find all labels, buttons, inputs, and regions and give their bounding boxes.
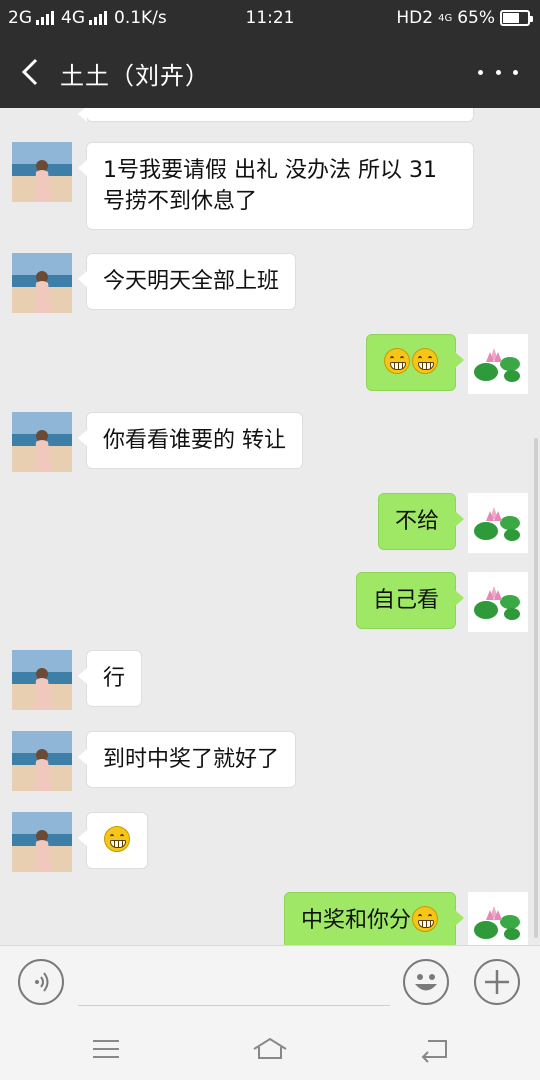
lotus-avatar-image bbox=[468, 892, 528, 945]
message-input-bar bbox=[0, 945, 540, 1017]
my-avatar[interactable] bbox=[468, 892, 528, 945]
my-avatar[interactable] bbox=[468, 334, 528, 394]
back-icon bbox=[421, 1040, 447, 1063]
grin-emoji-icon bbox=[104, 826, 130, 852]
contact-avatar[interactable] bbox=[12, 412, 72, 472]
menu-nav-button[interactable] bbox=[88, 1033, 124, 1065]
contact-avatar[interactable] bbox=[12, 731, 72, 791]
my-avatar[interactable] bbox=[468, 493, 528, 553]
menu-icon bbox=[93, 1040, 119, 1058]
message-text: 1号我要请假 出礼 没办法 所以 31 bbox=[103, 158, 437, 183]
beach-avatar-image bbox=[12, 650, 72, 710]
contact-avatar[interactable] bbox=[12, 253, 72, 313]
message-text: 不给 bbox=[394, 509, 439, 534]
message-text: 号捞不到休息了 bbox=[103, 189, 258, 214]
back-button[interactable] bbox=[14, 54, 50, 90]
home-nav-button[interactable] bbox=[252, 1033, 288, 1065]
message-bubble-self[interactable]: 不给 bbox=[377, 493, 465, 550]
lotus-avatar-image bbox=[468, 334, 528, 394]
home-icon bbox=[253, 1037, 287, 1059]
more-options-button[interactable] bbox=[478, 58, 518, 86]
my-avatar[interactable] bbox=[468, 572, 528, 632]
grin-emoji-icon bbox=[412, 906, 438, 932]
message-bubble[interactable]: 行 bbox=[77, 650, 143, 707]
status-bar: 2G 4G 0.1K/s 11:21 HD2 4G 65% bbox=[0, 0, 540, 36]
message-input[interactable] bbox=[78, 960, 390, 1006]
message-bubble-self[interactable]: 自己看 bbox=[355, 572, 465, 629]
message-bubble[interactable]: 你看看谁要的 转让 bbox=[78, 412, 303, 469]
message-bubble[interactable]: 今天明天全部上班 bbox=[77, 253, 297, 310]
contact-avatar[interactable] bbox=[12, 142, 72, 202]
chat-scrollbar[interactable] bbox=[534, 438, 538, 938]
message-bubble-partial[interactable] bbox=[78, 108, 474, 122]
emoji-button[interactable] bbox=[403, 959, 449, 1005]
battery-icon bbox=[500, 10, 533, 26]
beach-avatar-image bbox=[12, 142, 72, 202]
plus-icon bbox=[485, 970, 509, 994]
beach-avatar-image bbox=[12, 812, 72, 872]
status-right: HD2 4G 65% bbox=[396, 8, 533, 28]
emoji-icon bbox=[415, 974, 437, 991]
voice-button[interactable] bbox=[18, 959, 64, 1005]
message-bubble[interactable]: 到时中奖了就好了 bbox=[77, 731, 297, 788]
lotus-avatar-image bbox=[468, 493, 528, 553]
more-dots-icon bbox=[478, 69, 483, 75]
beach-avatar-image bbox=[12, 412, 72, 472]
message-text: 你看看谁要的 转让 bbox=[103, 428, 286, 453]
message-text: 今天明天全部上班 bbox=[103, 269, 280, 294]
message-text: 自己看 bbox=[372, 588, 439, 613]
contact-avatar[interactable] bbox=[12, 812, 72, 872]
system-nav-bar bbox=[0, 1017, 540, 1080]
beach-avatar-image bbox=[12, 253, 72, 313]
battery-percent: 65% bbox=[457, 8, 495, 28]
message-text: 中奖和你分 bbox=[300, 908, 411, 933]
message-bubble[interactable] bbox=[78, 812, 148, 869]
contact-avatar[interactable] bbox=[12, 650, 72, 710]
message-text: 行 bbox=[103, 666, 126, 691]
hd-label: HD2 bbox=[396, 8, 434, 28]
grin-emoji-icon bbox=[384, 348, 410, 374]
back-nav-button[interactable] bbox=[416, 1033, 452, 1065]
chat-messages[interactable]: 1号我要请假 出礼 没办法 所以 31 号捞不到休息了 今天明天全部上班 你看看… bbox=[0, 108, 540, 945]
lotus-avatar-image bbox=[468, 572, 528, 632]
message-text: 到时中奖了就好了 bbox=[103, 747, 280, 772]
network-4g-small: 4G bbox=[438, 12, 453, 24]
message-bubble[interactable]: 1号我要请假 出礼 没办法 所以 31 号捞不到休息了 bbox=[78, 142, 474, 230]
voice-icon bbox=[35, 972, 49, 992]
chat-header: 土土（刘卉） bbox=[0, 36, 540, 108]
chat-title: 土土（刘卉） bbox=[60, 62, 210, 90]
more-functions-button[interactable] bbox=[474, 959, 520, 1005]
message-bubble-self[interactable] bbox=[366, 334, 464, 391]
grin-emoji-icon bbox=[412, 348, 438, 374]
message-bubble-self[interactable]: 中奖和你分 bbox=[283, 892, 465, 945]
beach-avatar-image bbox=[12, 731, 72, 791]
chevron-left-icon bbox=[21, 58, 38, 86]
